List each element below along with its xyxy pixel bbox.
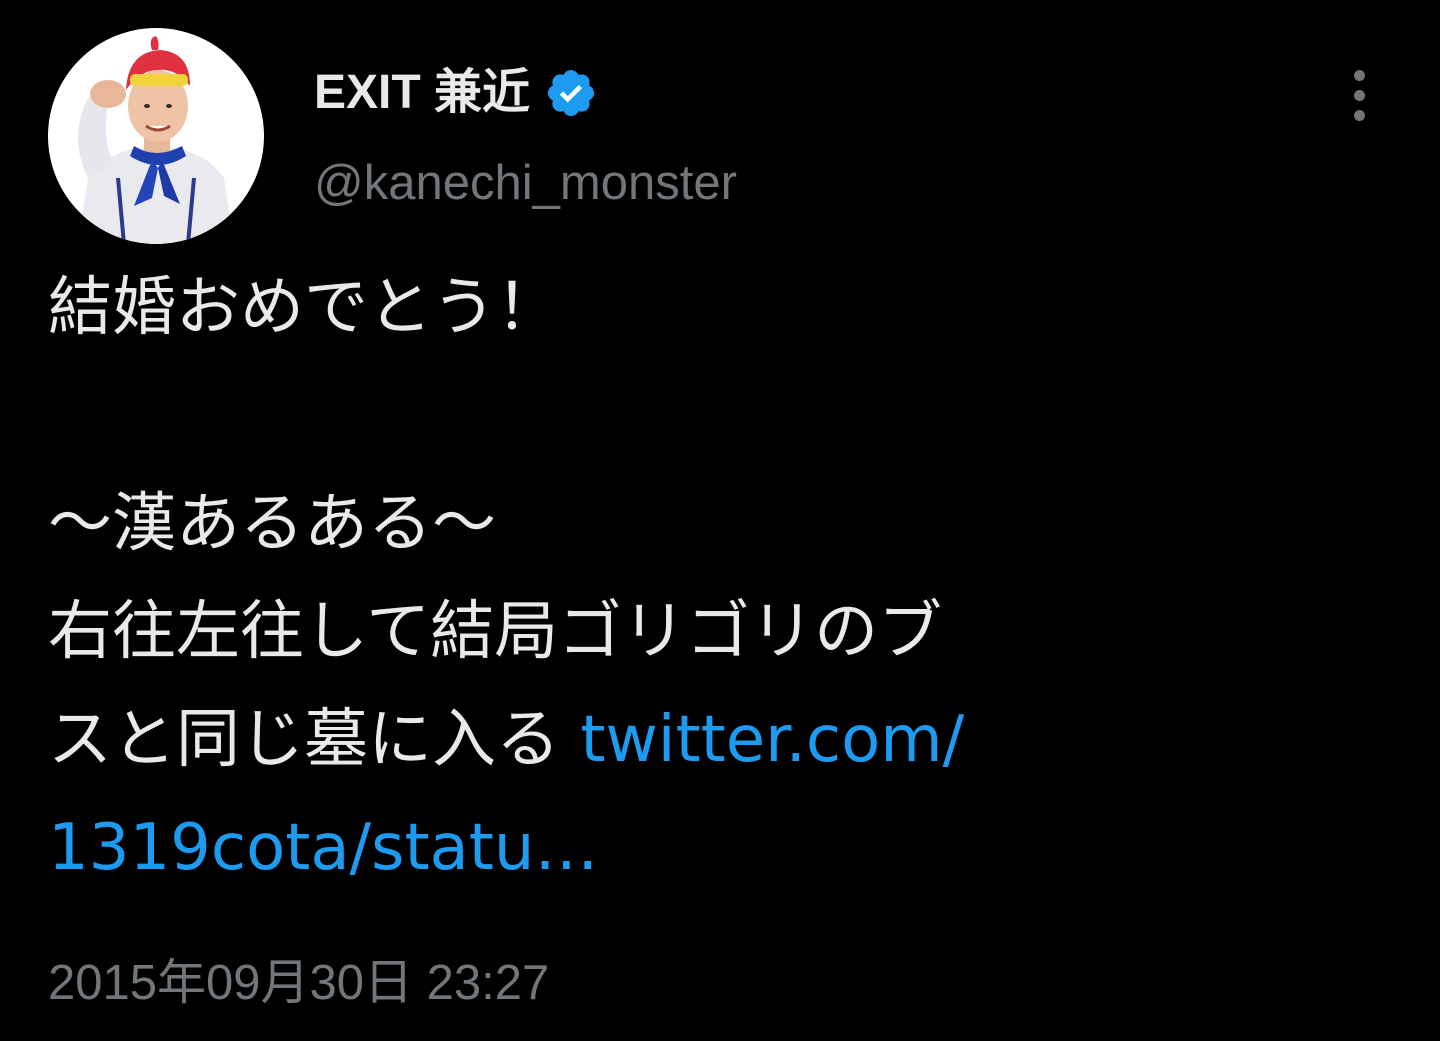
more-vertical-icon-dot-2: [1353, 89, 1365, 101]
author-display-name[interactable]: EXIT 兼近: [314, 62, 598, 124]
tweet-line: 結婚おめでとう！: [48, 271, 560, 345]
tweet-link-continued[interactable]: 1319cota/statu…: [48, 811, 598, 885]
avatar[interactable]: [48, 28, 264, 244]
tweet-link[interactable]: twitter.com/: [580, 703, 964, 777]
verified-badge-icon: [547, 69, 595, 117]
tweet-timestamp[interactable]: 2015年09月30日 23:27: [48, 950, 549, 1016]
tweet-detail: EXIT 兼近 @kanechi_monster 結婚おめでとう！ 〜漢あるある…: [0, 0, 1440, 1041]
tweet-line: 右往左往して結局ゴリゴリのブ: [48, 595, 943, 669]
more-vertical-icon-dot-3: [1353, 109, 1365, 121]
more-vertical-icon: [1353, 69, 1365, 81]
tweet-text: 結婚おめでとう！ 〜漢あるある〜 右往左往して結局ゴリゴリのブ スと同じ墓に入る…: [48, 254, 1318, 902]
tweet-line-text: スと同じ墓に入る: [48, 703, 581, 777]
more-options-button[interactable]: [1334, 62, 1384, 128]
author-name-text: EXIT 兼近: [314, 66, 531, 119]
tweet-line: 1319cota/statu…: [48, 794, 1318, 902]
tweet-line: 〜漢あるある〜: [48, 487, 496, 561]
avatar-image: [48, 28, 264, 244]
author-handle[interactable]: @kanechi_monster: [314, 152, 737, 214]
tweet-line: スと同じ墓に入る twitter.com/: [48, 686, 1318, 794]
